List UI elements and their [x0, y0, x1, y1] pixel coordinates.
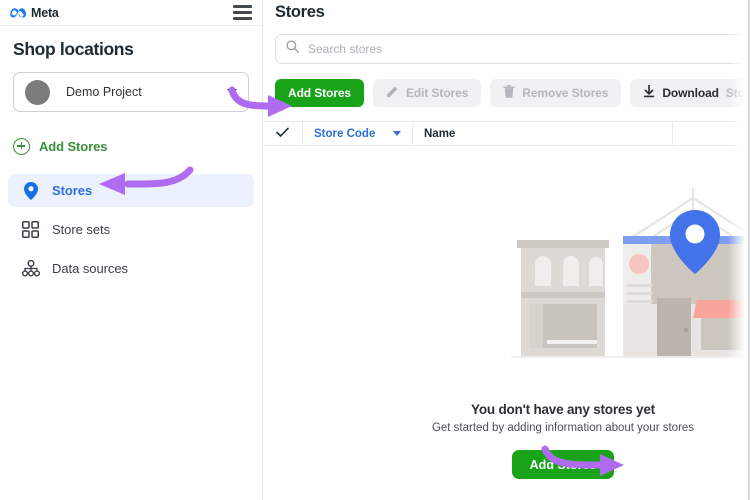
sidebar: Meta Shop locations Demo Project Add Sto… — [0, 0, 263, 500]
empty-state-copy: You don't have any stores yet Get starte… — [263, 402, 750, 434]
toolbar-add-stores-button[interactable]: Add Stores — [275, 79, 365, 107]
storefront-with-map-pin-illustration — [511, 188, 750, 383]
pencil-icon — [386, 85, 399, 101]
sidebar-item-stores[interactable]: Stores — [8, 174, 254, 207]
sidebar-item-data-sources[interactable]: Data sources — [8, 252, 254, 285]
meta-wordmark: Meta — [31, 5, 59, 20]
page-title: Shop locations — [13, 39, 134, 59]
grid-squares-icon — [21, 220, 40, 239]
toolbar-download-stores-button[interactable]: Download Stores — [630, 79, 750, 107]
checkmark-icon — [276, 127, 289, 141]
column-header-name[interactable]: Name — [413, 122, 673, 145]
sidebar-add-stores-button[interactable]: Add Stores — [0, 131, 262, 161]
column-header-label: Name — [424, 127, 456, 140]
chevron-down-icon — [227, 89, 237, 95]
meta-infinity-icon — [10, 7, 27, 19]
column-header-spacer — [673, 122, 750, 145]
sidebar-add-stores-label: Add Stores — [39, 138, 108, 154]
hamburger-menu-icon[interactable] — [233, 5, 252, 20]
empty-state-heading: You don't have any stores yet — [471, 402, 655, 417]
stores-toolbar: Add Stores Edit Stores Remove Stores Dow… — [275, 79, 750, 107]
trash-icon — [503, 85, 515, 101]
column-header-store-code[interactable]: Store Code — [303, 122, 413, 145]
project-selector[interactable]: Demo Project — [13, 72, 249, 112]
select-all-checkbox[interactable] — [263, 122, 303, 145]
sidebar-item-label: Data sources — [52, 261, 128, 276]
toolbar-download-stores-label: Download — [662, 86, 719, 100]
empty-state-subheading: Get started by adding information about … — [431, 422, 695, 434]
plus-circle-icon — [13, 137, 30, 155]
column-header-label: Store Code — [314, 127, 376, 140]
sort-chevron-down-icon — [393, 131, 401, 136]
search-input[interactable] — [308, 42, 750, 56]
sidebar-item-label: Store sets — [52, 222, 111, 237]
sidebar-item-store-sets[interactable]: Store sets — [8, 213, 254, 246]
main-panel: Stores Add Stores — [263, 0, 750, 500]
project-name-label: Demo Project — [66, 85, 142, 99]
sidebar-topbar: Meta — [0, 0, 262, 26]
empty-state-actions: Add Stores — [263, 450, 750, 479]
toolbar-add-stores-label: Add Stores — [288, 86, 352, 100]
app-window: Meta Shop locations Demo Project Add Sto… — [0, 0, 750, 500]
empty-state-add-stores-button[interactable]: Add Stores — [511, 450, 615, 479]
avatar-circle-icon — [25, 79, 50, 105]
toolbar-remove-stores-label: Remove Stores — [522, 86, 609, 100]
stores-table-header: Store Code Name — [263, 121, 750, 146]
sidebar-nav: Stores Store sets Data sources — [0, 174, 262, 285]
sidebar-item-label: Stores — [52, 183, 93, 198]
data-nodes-icon — [21, 259, 40, 278]
empty-state: You don't have any stores yet Get starte… — [263, 170, 750, 500]
meta-brand: Meta — [10, 6, 59, 20]
main-title: Stores — [275, 3, 325, 21]
main-content: Stores Add Stores — [263, 0, 750, 500]
search-icon — [286, 40, 299, 58]
search-stores-field[interactable] — [275, 34, 750, 64]
toolbar-edit-stores-label: Edit Stores — [406, 86, 469, 100]
toolbar-download-stores-label-suffix: Stores — [725, 86, 750, 100]
toolbar-edit-stores-button[interactable]: Edit Stores — [373, 79, 482, 107]
download-icon — [643, 84, 655, 101]
location-pin-icon — [21, 181, 40, 200]
toolbar-remove-stores-button[interactable]: Remove Stores — [490, 79, 622, 107]
